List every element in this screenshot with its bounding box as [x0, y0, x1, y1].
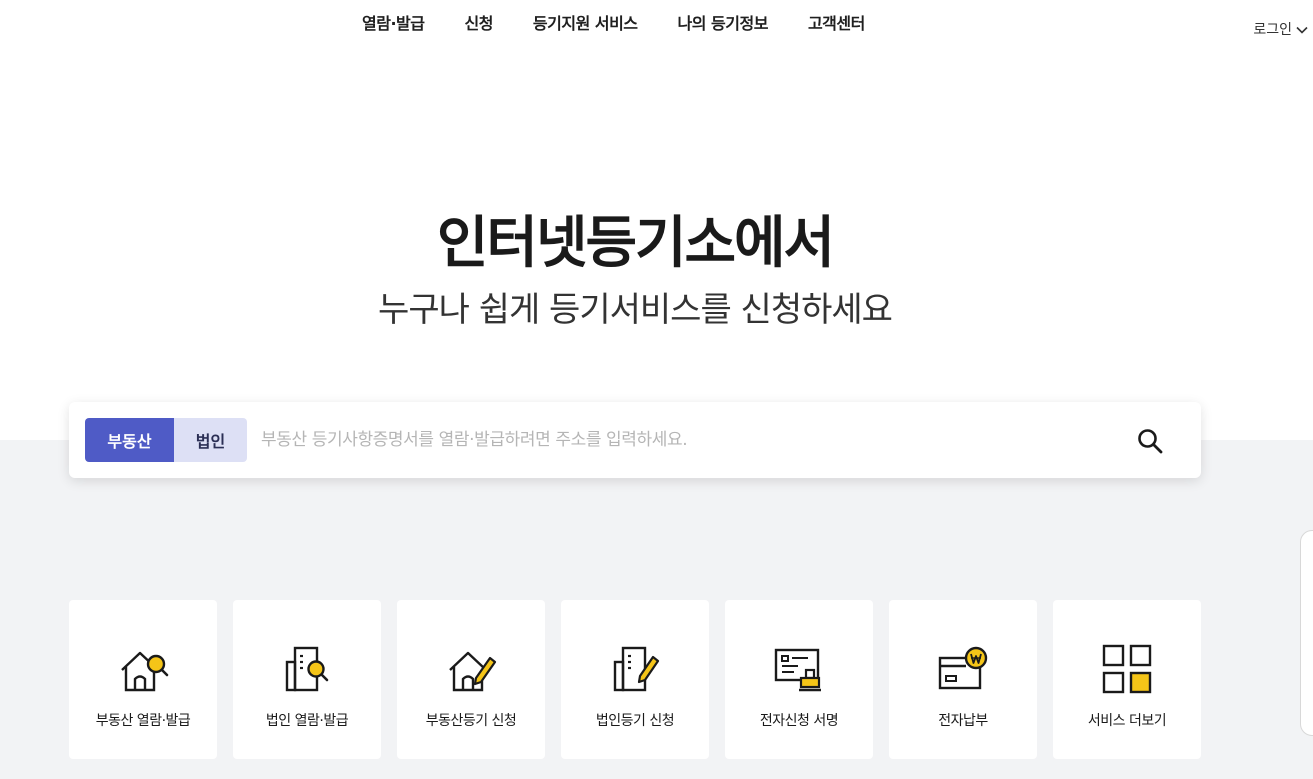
- card-e-sign[interactable]: 전자신청 서명: [725, 600, 873, 759]
- hero-title: 인터넷등기소에서: [436, 211, 835, 276]
- card-real-estate-view[interactable]: 부동산 열람·발급: [69, 600, 217, 759]
- floating-quick-menu[interactable]: [1300, 530, 1313, 736]
- quick-service-cards: 부동산 열람·발급 법인 열람·발급 부동산등기 신청 법인등기 신청 전자신청…: [69, 600, 1201, 759]
- building-search-icon: [280, 644, 334, 694]
- nav-support-service[interactable]: 등기지원 서비스: [533, 12, 638, 36]
- nav-my-registry[interactable]: 나의 등기정보: [678, 12, 769, 36]
- card-real-estate-apply[interactable]: 부동산등기 신청: [397, 600, 545, 759]
- login-label: 로그인: [1253, 22, 1292, 38]
- nav-customer-center[interactable]: 고객센터: [808, 12, 865, 36]
- search-box: 부동산 법인: [69, 402, 1201, 478]
- building-pencil-icon: [608, 644, 662, 694]
- house-pencil-icon: [444, 644, 498, 694]
- won-payment-icon: [936, 644, 990, 694]
- search-icon: [1138, 429, 1163, 454]
- search-tab-group: 부동산 법인: [85, 418, 247, 462]
- certificate-stamp-icon: [772, 644, 826, 694]
- card-label: 서비스 더보기: [1087, 713, 1167, 729]
- hero-subtitle: 누구나 쉽게 등기서비스를 신청하세요: [378, 290, 893, 330]
- card-e-payment[interactable]: 전자납부: [889, 600, 1037, 759]
- search-button[interactable]: [1131, 422, 1169, 460]
- search-input[interactable]: [261, 420, 1111, 460]
- login-button[interactable]: 로그인: [1253, 20, 1309, 40]
- card-corporation-view[interactable]: 법인 열람·발급: [233, 600, 381, 759]
- card-label: 부동산등기 신청: [425, 713, 517, 729]
- card-more-services[interactable]: 서비스 더보기: [1053, 600, 1201, 759]
- nav-apply[interactable]: 신청: [464, 12, 493, 36]
- card-corporation-apply[interactable]: 법인등기 신청: [561, 600, 709, 759]
- top-navigation: 열람·발급 신청 등기지원 서비스 나의 등기정보 고객센터 로그인: [0, 12, 1313, 38]
- grid-more-icon: [1100, 644, 1154, 694]
- card-label: 법인 열람·발급: [265, 713, 349, 729]
- house-search-icon: [116, 644, 170, 694]
- tab-corporation[interactable]: 법인: [174, 418, 247, 462]
- nav-view-issue[interactable]: 열람·발급: [362, 12, 425, 36]
- card-label: 법인등기 신청: [595, 713, 675, 729]
- card-label: 전자납부: [938, 713, 988, 729]
- gnb-menu: 열람·발급 신청 등기지원 서비스 나의 등기정보 고객센터: [362, 12, 865, 36]
- card-label: 부동산 열람·발급: [95, 713, 191, 729]
- card-label: 전자신청 서명: [759, 713, 839, 729]
- chevron-down-icon: [1296, 26, 1308, 34]
- tab-real-estate[interactable]: 부동산: [85, 418, 174, 462]
